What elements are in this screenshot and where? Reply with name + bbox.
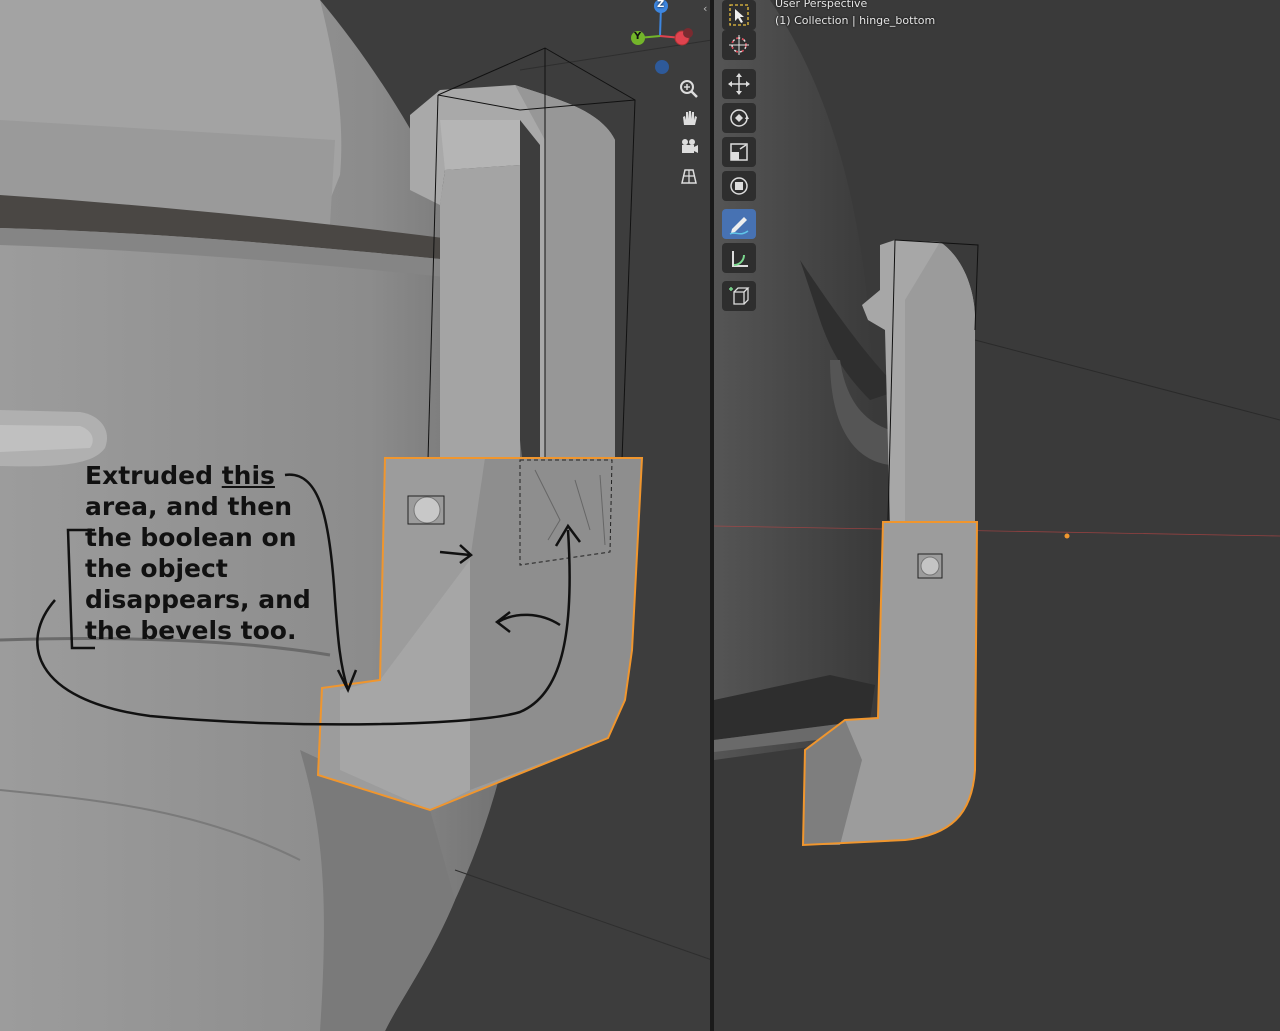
annotation-text: Extruded this area, and then the boolean… — [85, 460, 365, 646]
gizmo-y-label: Y — [634, 31, 642, 42]
viewport-collection-label: (1) Collection | hinge_bottom — [775, 14, 936, 27]
camera-icon[interactable] — [676, 134, 702, 160]
annotation-line5: disappears, and — [85, 585, 311, 614]
annotation-line1-underlined: this — [221, 461, 275, 490]
rotate-icon[interactable] — [722, 103, 756, 133]
add-cube-icon[interactable] — [722, 281, 756, 311]
grid-view-icon[interactable] — [676, 163, 702, 189]
scale-icon[interactable] — [722, 137, 756, 167]
annotation-line4: the object — [85, 554, 228, 583]
move-icon[interactable] — [722, 69, 756, 99]
collapse-arrow-icon[interactable]: ‹ — [703, 2, 707, 15]
gizmo-z-label: Z — [657, 0, 665, 10]
zoom-icon[interactable] — [676, 76, 702, 102]
annotate-icon[interactable] — [722, 209, 756, 239]
annotation-line3: the boolean on — [85, 523, 297, 552]
cursor-icon[interactable] — [722, 30, 756, 60]
select-box-icon[interactable] — [722, 0, 756, 30]
annotation-line6: the bevels too. — [85, 616, 297, 645]
annotation-line1-pre: Extruded — [85, 461, 222, 490]
viewport-perspective-label: User Perspective — [775, 0, 868, 10]
right-viewport[interactable] — [713, 0, 1280, 1031]
hand-pan-icon[interactable] — [676, 105, 702, 131]
annotation-line2: area, and then — [85, 492, 292, 521]
measure-icon[interactable] — [722, 243, 756, 273]
transform-icon[interactable] — [722, 171, 756, 201]
